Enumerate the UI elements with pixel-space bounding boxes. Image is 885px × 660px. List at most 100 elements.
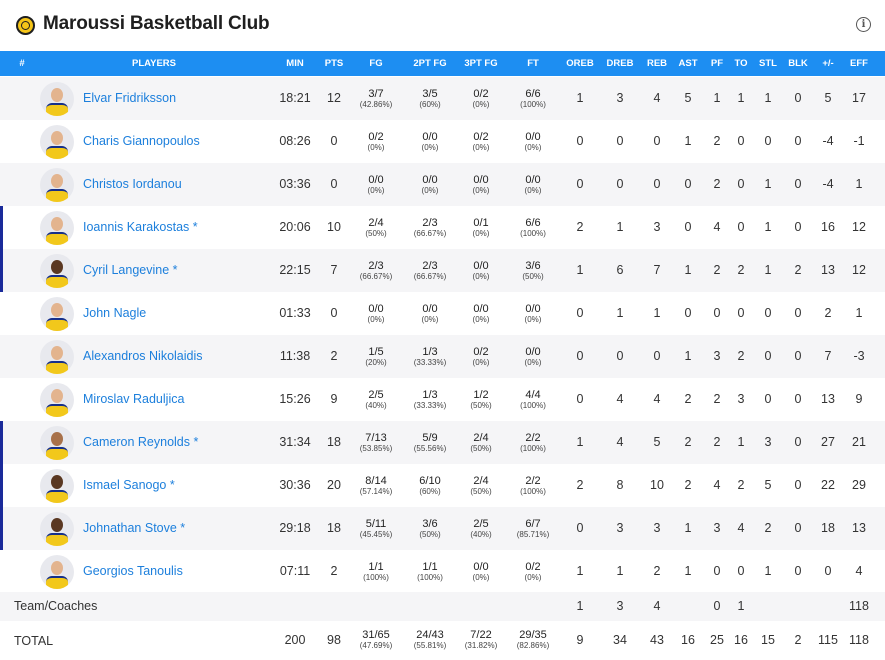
fg2-percentage: (100%)	[417, 572, 443, 582]
fg3-made-attempted: 0/0	[473, 302, 489, 315]
player-name-link[interactable]: Ioannis Karakostas *	[83, 206, 198, 249]
player-name-link[interactable]: Johnathan Stove *	[83, 507, 185, 550]
player-name-link[interactable]: Miroslav Raduljica	[83, 378, 184, 421]
fg-made-attempted: 0/0	[368, 173, 384, 186]
starter-indicator	[0, 507, 3, 550]
ft-percentage: (0%)	[524, 142, 542, 152]
player-name-link[interactable]: Charis Giannopoulos	[83, 120, 200, 163]
fg2-made-attempted: 0/0	[422, 173, 438, 186]
fg3-cell: 7/22 (31.82%)	[465, 622, 497, 658]
column-header[interactable]: FT	[527, 51, 539, 76]
pf-cell: 3	[713, 521, 721, 535]
player-jersey	[46, 361, 68, 374]
player-avatar	[40, 82, 74, 116]
to-cell: 0	[737, 306, 745, 320]
fg2-cell: 0/0 (0%)	[422, 120, 439, 163]
plus-minus-cell: 13	[821, 263, 835, 277]
player-name-link[interactable]: Cyril Langevine *	[83, 249, 178, 292]
column-header[interactable]: FG	[369, 51, 382, 76]
oreb-cell: 0	[576, 134, 584, 148]
fg3-percentage: (31.82%)	[464, 641, 498, 650]
player-name-link[interactable]: Elvar Fridriksson	[83, 77, 176, 120]
plus-minus-cell: 7	[824, 349, 832, 363]
column-header[interactable]: REB	[647, 51, 667, 76]
fg2-percentage: (60%)	[419, 486, 441, 496]
fg-made-attempted: 5/11	[365, 517, 387, 530]
player-head	[51, 174, 63, 188]
column-header[interactable]: MIN	[286, 51, 303, 76]
pf-cell: 1	[713, 91, 721, 105]
table-row: Charis Giannopoulos 08:26 0 0/2 (0%) 0/0 (0%) 0…	[0, 120, 885, 163]
column-header[interactable]: OREB	[566, 51, 593, 76]
ft-made-attempted: 4/4	[525, 388, 541, 401]
column-header[interactable]: BLK	[788, 51, 808, 76]
player-avatar	[40, 555, 74, 589]
ft-cell: 6/6 (100%)	[520, 77, 546, 120]
ft-made-attempted: 0/2	[525, 560, 541, 573]
eff-cell: 29	[852, 478, 866, 492]
ft-made-attempted: 29/35	[519, 629, 547, 641]
stl-cell: 1	[764, 220, 772, 234]
fg3-made-attempted: 2/4	[473, 474, 489, 487]
player-name-link[interactable]: Cameron Reynolds *	[83, 421, 198, 464]
fg3-cell: 0/0 (0%)	[473, 163, 490, 206]
plus-minus-cell: 16	[821, 220, 835, 234]
info-icon[interactable]: i	[856, 17, 871, 32]
ft-made-attempted: 2/2	[525, 474, 541, 487]
ast-cell: 1	[684, 263, 692, 277]
fg2-cell: 1/1 (100%)	[417, 550, 443, 593]
oreb-cell: 1	[576, 263, 584, 277]
totals-label: TOTAL	[14, 634, 54, 648]
player-jersey	[46, 103, 68, 116]
column-header[interactable]: 3PT FG	[464, 51, 497, 76]
column-header[interactable]: PF	[711, 51, 723, 76]
column-header[interactable]: AST	[679, 51, 698, 76]
player-jersey	[46, 146, 68, 159]
fg2-percentage: (0%)	[421, 314, 439, 324]
fg2-made-attempted: 0/0	[422, 302, 438, 315]
column-header: PLAYERS	[132, 58, 176, 69]
player-head	[51, 561, 63, 575]
stl-cell: 0	[764, 306, 772, 320]
fg-made-attempted: 2/3	[368, 259, 384, 272]
player-name-link[interactable]: Ismael Sanogo *	[83, 464, 175, 507]
stl-cell: 0	[764, 134, 772, 148]
fg-made-attempted: 1/1	[368, 560, 384, 573]
pts-cell: 2	[330, 564, 338, 578]
player-avatar	[40, 168, 74, 202]
fg2-cell: 1/3 (33.33%)	[414, 378, 446, 421]
ast-cell: 1	[684, 521, 692, 535]
plus-minus-cell: 13	[821, 392, 835, 406]
player-jersey	[46, 404, 68, 417]
dreb-cell: 8	[616, 478, 624, 492]
to-cell: 1	[737, 91, 745, 105]
pts-cell: 10	[327, 220, 341, 234]
column-header[interactable]: PTS	[325, 51, 343, 76]
column-header[interactable]: DREB	[607, 51, 634, 76]
player-name-link[interactable]: John Nagle	[83, 292, 146, 335]
fg-percentage: (45.45%)	[359, 529, 393, 539]
column-header[interactable]: 2PT FG	[413, 51, 446, 76]
fg3-made-attempted: 0/2	[473, 87, 489, 100]
player-name-link[interactable]: Alexandros Nikolaidis	[83, 335, 203, 378]
player-avatar	[40, 469, 74, 503]
reb-cell: 4	[653, 599, 661, 613]
player-name-link[interactable]: Christos Iordanou	[83, 163, 182, 206]
player-avatar	[40, 211, 74, 245]
player-name-link[interactable]: Georgios Tanoulis	[83, 550, 183, 593]
column-header[interactable]: EFF	[850, 51, 868, 76]
column-header[interactable]: TO	[734, 51, 747, 76]
column-header[interactable]: +/-	[822, 51, 833, 76]
reb-cell: 4	[653, 392, 661, 406]
column-header[interactable]: STL	[759, 51, 777, 76]
player-avatar	[40, 512, 74, 546]
player-head	[51, 432, 63, 446]
table-row: Christos Iordanou 03:36 0 0/0 (0%) 0/0 (0%) 0/0…	[0, 163, 885, 206]
pts-cell: 18	[327, 521, 341, 535]
fg2-percentage: (0%)	[421, 185, 439, 195]
eff-cell: 12	[852, 263, 866, 277]
fg3-made-attempted: 0/0	[473, 560, 489, 573]
dreb-cell: 3	[616, 599, 624, 613]
fg-cell: 2/3 (66.67%)	[360, 249, 392, 292]
fg-percentage: (0%)	[367, 142, 385, 152]
